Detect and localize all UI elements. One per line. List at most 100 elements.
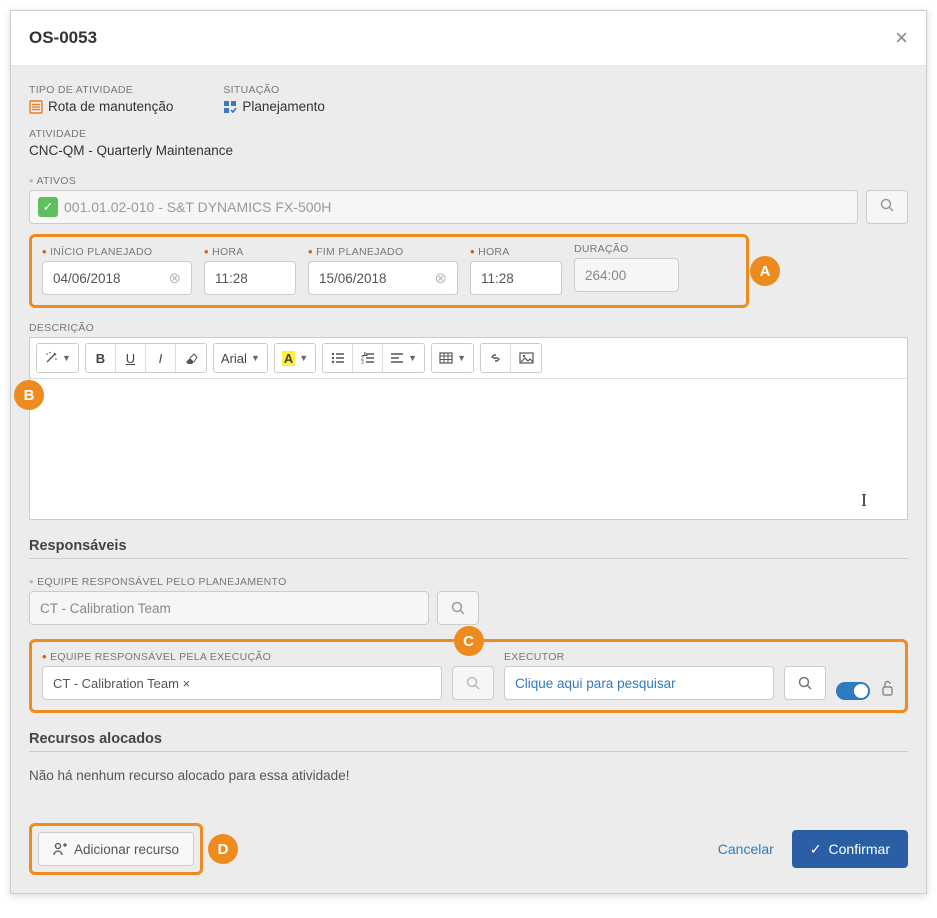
- callout-d-badge: D: [208, 834, 238, 864]
- activity-field: ATIVIDADE CNC-QM - Quarterly Maintenance: [29, 128, 908, 158]
- add-resource-label: Adicionar recurso: [74, 842, 179, 857]
- end-time-field: • HORA 11:28: [470, 243, 562, 295]
- unordered-list-button[interactable]: [323, 344, 353, 372]
- assets-section: • ATIVOS ✓ 001.01.02-010 - S&T DYNAMICS …: [29, 172, 908, 224]
- add-resource-callout: D Adicionar recurso: [29, 823, 203, 875]
- italic-button[interactable]: I: [146, 344, 176, 372]
- start-date-label: INÍCIO PLANEJADO: [50, 246, 152, 258]
- ordered-list-button[interactable]: 123: [353, 344, 383, 372]
- footer: D Adicionar recurso Cancelar ✓ Confirmar: [29, 823, 908, 875]
- bold-icon: B: [96, 351, 105, 366]
- top-info-row: TIPO DE ATIVIDADE Rota de manutenção SIT…: [29, 84, 908, 114]
- magic-button[interactable]: ▼: [37, 344, 78, 372]
- editor-textarea[interactable]: I: [30, 379, 907, 519]
- start-date-value: 04/06/2018: [53, 271, 121, 286]
- image-icon: [519, 352, 534, 364]
- execution-callout: C • EQUIPE RESPONSÁVEL PELA EXECUÇÃO CT …: [29, 639, 908, 713]
- execution-team-search-button[interactable]: [452, 666, 494, 700]
- clear-icon[interactable]: ⊗: [168, 269, 181, 287]
- assets-input[interactable]: ✓ 001.01.02-010 - S&T DYNAMICS FX-500H: [29, 190, 858, 224]
- dates-callout: A • INÍCIO PLANEJADO 04/06/2018 ⊗ • HORA…: [29, 234, 749, 308]
- confirm-label: Confirmar: [829, 841, 890, 857]
- check-icon: ✓: [810, 841, 822, 858]
- modal-dialog: OS-0053 × TIPO DE ATIVIDADE Rota de manu…: [10, 10, 927, 894]
- check-icon: ✓: [38, 197, 58, 217]
- eraser-button[interactable]: [176, 344, 206, 372]
- execution-team-field: • EQUIPE RESPONSÁVEL PELA EXECUÇÃO CT - …: [42, 648, 442, 700]
- assets-search-button[interactable]: [866, 190, 908, 224]
- execution-team-label: EQUIPE RESPONSÁVEL PELA EXECUÇÃO: [50, 651, 271, 663]
- start-date-input[interactable]: 04/06/2018 ⊗: [42, 261, 192, 295]
- executor-field: EXECUTOR Clique aqui para pesquisar: [504, 651, 774, 700]
- underline-button[interactable]: U: [116, 344, 146, 372]
- end-time-value: 11:28: [481, 271, 514, 286]
- search-icon: [798, 676, 813, 691]
- search-icon: [451, 601, 466, 616]
- planning-team-input: CT - Calibration Team: [29, 591, 429, 625]
- activity-type-value: Rota de manutenção: [48, 99, 173, 114]
- image-button[interactable]: [511, 344, 541, 372]
- planning-team-label: EQUIPE RESPONSÁVEL PELO PLANEJAMENTO: [37, 576, 286, 588]
- activity-type-field: TIPO DE ATIVIDADE Rota de manutenção: [29, 84, 173, 114]
- ul-icon: [331, 352, 345, 364]
- description-section: B DESCRIÇÃO ▼ B U I Arial▼: [29, 322, 908, 520]
- clear-icon[interactable]: ⊗: [434, 269, 447, 287]
- end-date-input[interactable]: 15/06/2018 ⊗: [308, 261, 458, 295]
- editor-toolbar: ▼ B U I Arial▼ A▼: [30, 338, 907, 379]
- highlight-button[interactable]: A▼: [275, 344, 315, 372]
- executor-input[interactable]: Clique aqui para pesquisar: [504, 666, 774, 700]
- end-date-label: FIM PLANEJADO: [316, 246, 403, 258]
- activity-type-label: TIPO DE ATIVIDADE: [29, 84, 173, 96]
- status-value: Planejamento: [242, 99, 325, 114]
- executor-toggle[interactable]: [836, 682, 870, 700]
- align-button[interactable]: ▼: [383, 344, 424, 372]
- planning-team-value: CT - Calibration Team: [40, 601, 171, 616]
- description-label: DESCRIÇÃO: [29, 322, 908, 334]
- status-label: SITUAÇÃO: [223, 84, 325, 96]
- wand-icon: [44, 351, 58, 365]
- resources-header: Recursos alocados: [29, 731, 908, 752]
- executor-label: EXECUTOR: [504, 651, 774, 663]
- close-button[interactable]: ×: [895, 25, 908, 51]
- callout-a-badge: A: [750, 256, 780, 286]
- planning-team-search-button[interactable]: [437, 591, 479, 625]
- responsibles-header: Responsáveis: [29, 538, 908, 559]
- font-family-value: Arial: [221, 351, 247, 366]
- confirm-button[interactable]: ✓ Confirmar: [792, 830, 908, 868]
- activity-value: CNC-QM - Quarterly Maintenance: [29, 143, 908, 158]
- asset-value: 001.01.02-010 - S&T DYNAMICS FX-500H: [64, 199, 331, 215]
- add-resource-button[interactable]: Adicionar recurso: [38, 832, 194, 866]
- modal-header: OS-0053 ×: [11, 11, 926, 66]
- duration-input: 264:00: [574, 258, 679, 292]
- end-time-label: HORA: [478, 246, 510, 258]
- add-user-icon: [53, 842, 67, 856]
- planning-team-section: • EQUIPE RESPONSÁVEL PELO PLANEJAMENTO C…: [29, 573, 908, 625]
- link-button[interactable]: [481, 344, 511, 372]
- align-icon: [390, 352, 404, 364]
- executor-placeholder: Clique aqui para pesquisar: [515, 676, 676, 691]
- ol-icon: 123: [361, 352, 375, 364]
- duration-label: DURAÇÃO: [574, 243, 629, 255]
- execution-team-input[interactable]: CT - Calibration Team ×: [42, 666, 442, 700]
- svg-text:3: 3: [361, 360, 364, 364]
- executor-search-button[interactable]: [784, 666, 826, 700]
- start-date-field: • INÍCIO PLANEJADO 04/06/2018 ⊗: [42, 243, 192, 295]
- cancel-button[interactable]: Cancelar: [718, 841, 774, 857]
- status-field: SITUAÇÃO Planejamento: [223, 84, 325, 114]
- rich-editor: ▼ B U I Arial▼ A▼: [29, 337, 908, 520]
- start-time-input[interactable]: 11:28: [204, 261, 296, 295]
- close-icon: ×: [895, 25, 908, 50]
- execution-team-chip[interactable]: CT - Calibration Team ×: [53, 676, 190, 691]
- eraser-icon: [184, 352, 198, 365]
- route-icon: [29, 100, 43, 114]
- italic-icon: I: [159, 351, 163, 366]
- duration-value: 264:00: [585, 268, 626, 283]
- activity-label: ATIVIDADE: [29, 128, 908, 140]
- bold-button[interactable]: B: [86, 344, 116, 372]
- start-time-label: HORA: [212, 246, 244, 258]
- end-time-input[interactable]: 11:28: [470, 261, 562, 295]
- unlock-icon[interactable]: [880, 680, 895, 700]
- table-button[interactable]: ▼: [432, 344, 473, 372]
- search-icon: [880, 198, 895, 216]
- font-family-button[interactable]: Arial▼: [214, 344, 267, 372]
